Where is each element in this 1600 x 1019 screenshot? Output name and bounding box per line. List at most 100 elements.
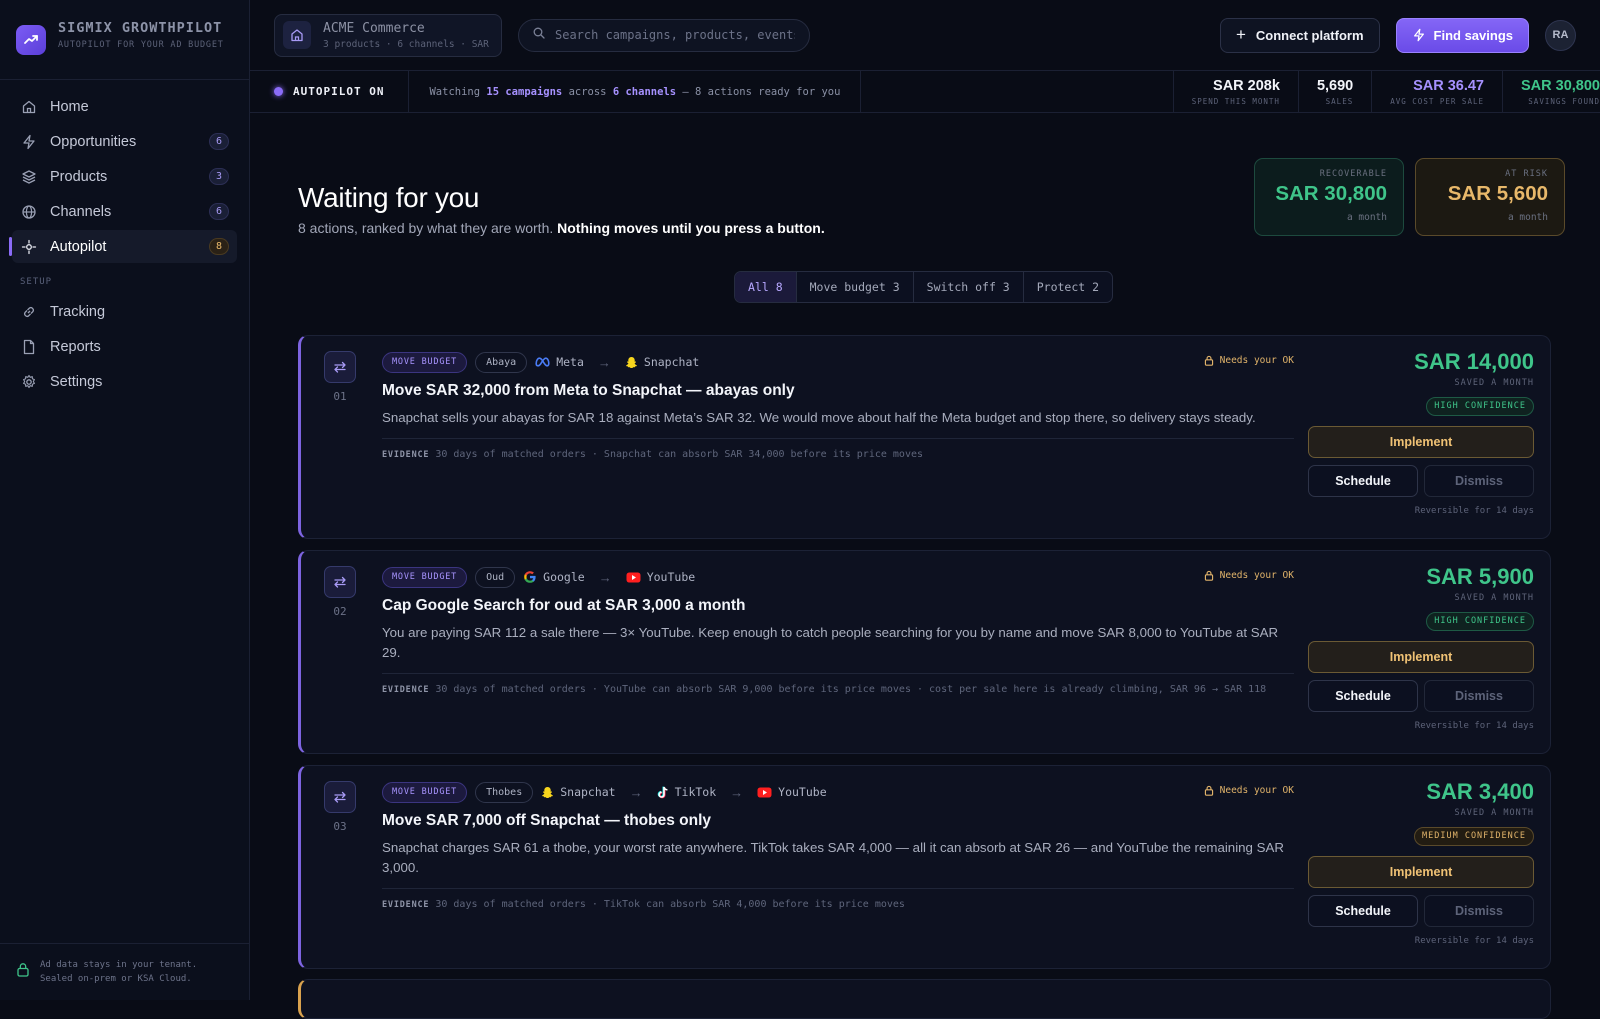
implement-button[interactable]: Implement xyxy=(1308,856,1534,888)
action-card: 01 MOVE BUDGET Abaya Meta → Snapchat Nee… xyxy=(298,335,1551,539)
subtitle-emphasis: Nothing moves until you press a button. xyxy=(557,220,825,236)
channel-from: Snapchat xyxy=(541,785,616,799)
snapchat-icon xyxy=(625,356,638,369)
lock-icon xyxy=(16,962,30,982)
brand: SIGMIX GROWTHPILOT AUTOPILOT FOR YOUR AD… xyxy=(0,0,249,80)
youtube-icon xyxy=(626,572,641,583)
lock-icon xyxy=(1204,355,1213,366)
arrow-right-icon: → xyxy=(629,784,643,800)
action-body: MOVE BUDGET Thobes Snapchat → TikTok → Y… xyxy=(382,781,1294,910)
dismiss-button[interactable]: Dismiss xyxy=(1424,465,1534,497)
watch-channels: 6 channels xyxy=(612,85,677,98)
schedule-button[interactable]: Schedule xyxy=(1308,680,1418,712)
channel-to: Snapchat xyxy=(625,355,699,369)
link-icon xyxy=(20,303,38,321)
filter-protect[interactable]: Protect 2 xyxy=(1024,272,1112,302)
confidence-badge: HIGH CONFIDENCE xyxy=(1426,612,1534,631)
watching-summary: Watching 15 campaigns across 6 channels … xyxy=(409,71,862,112)
kpi-label: SALES xyxy=(1325,96,1354,106)
reversible-note: Reversible for 14 days xyxy=(1414,506,1534,516)
find-savings-button[interactable]: Find savings xyxy=(1395,17,1529,53)
summary-value: SAR 5,600 xyxy=(1447,182,1548,205)
brand-name: SIGMIX GROWTHPILOT xyxy=(58,20,223,36)
sidebar-item-tracking[interactable]: Tracking xyxy=(12,295,237,328)
sidebar-item-label: Opportunities xyxy=(50,133,137,150)
implement-button[interactable]: Implement xyxy=(1308,426,1534,458)
action-side: SAR 14,000 SAVED A MONTH HIGH CONFIDENCE… xyxy=(1308,349,1534,516)
trend-up-icon[interactable] xyxy=(16,25,46,55)
kpi-label: SAVINGS FOUND xyxy=(1528,96,1600,106)
connect-platform-label: Connect platform xyxy=(1255,27,1364,43)
sidebar-item-settings[interactable]: Settings xyxy=(12,365,237,398)
channel-name: Meta xyxy=(556,355,584,369)
needs-approval: Needs your OK xyxy=(1204,785,1294,796)
implement-button[interactable]: Implement xyxy=(1308,641,1534,673)
footer-line-2: Sealed on-prem or KSA Cloud. xyxy=(40,974,192,984)
search-input[interactable] xyxy=(555,28,795,42)
action-title: Move SAR 7,000 off Snapchat — thobes onl… xyxy=(382,812,712,829)
action-rank: 03 xyxy=(333,820,347,833)
product-tag: Thobes xyxy=(475,781,534,803)
saved-label: SAVED A MONTH xyxy=(1454,378,1534,388)
sidebar-item-autopilot[interactable]: Autopilot 8 xyxy=(9,230,237,263)
sidebar-item-label: Settings xyxy=(50,373,103,390)
topbar: ACME Commerce 3 products · 6 channels · … xyxy=(250,0,1600,71)
count-badge: 3 xyxy=(209,168,229,185)
at-risk-card: AT RISK SAR 5,600 a month xyxy=(1415,158,1565,236)
dismiss-button[interactable]: Dismiss xyxy=(1424,680,1534,712)
channel-name: Snapchat xyxy=(643,355,700,369)
gear-icon xyxy=(20,373,38,391)
watch-mid: across xyxy=(568,85,607,98)
action-card: 03 MOVE BUDGET Thobes Snapchat → TikTok … xyxy=(298,765,1551,969)
sidebar-item-label: Tracking xyxy=(50,303,106,320)
sidebar-item-channels[interactable]: Channels 6 xyxy=(12,195,237,228)
swap-icon xyxy=(324,781,356,813)
filter-all[interactable]: All 8 xyxy=(735,272,797,302)
youtube-icon xyxy=(757,787,772,798)
schedule-button[interactable]: Schedule xyxy=(1308,465,1418,497)
needs-approval: Needs your OK xyxy=(1204,570,1294,581)
summary-period: a month xyxy=(1346,212,1387,223)
kpi-value: SAR 30,800 xyxy=(1521,77,1600,94)
sidebar-item-label: Channels xyxy=(50,203,112,220)
bolt-icon xyxy=(20,133,38,151)
lock-icon xyxy=(1204,785,1213,796)
channel-from: Meta xyxy=(535,355,584,369)
sidebar-item-products[interactable]: Products 3 xyxy=(12,160,237,193)
reversible-note: Reversible for 14 days xyxy=(1414,936,1534,946)
channel-name: YouTube xyxy=(778,785,827,799)
sidebar-item-label: Products xyxy=(50,168,108,185)
workspace-switcher[interactable]: ACME Commerce 3 products · 6 channels · … xyxy=(274,13,502,57)
page-title: Waiting for you xyxy=(298,182,480,213)
kpi-label: SPEND THIS MONTH xyxy=(1191,96,1280,106)
secondary-actions: Schedule Dismiss xyxy=(1308,680,1534,712)
action-description: Snapchat charges SAR 61 a thobe, your wo… xyxy=(382,840,1284,875)
brand-tagline: AUTOPILOT FOR YOUR AD BUDGET xyxy=(58,40,224,50)
count-badge: 6 xyxy=(209,133,229,150)
dismiss-button[interactable]: Dismiss xyxy=(1424,895,1534,927)
autopilot-icon xyxy=(20,238,38,256)
search-box xyxy=(518,18,810,52)
needs-approval-label: Needs your OK xyxy=(1219,355,1294,366)
channel-name: Snapchat xyxy=(560,785,616,799)
workspace-name: ACME Commerce xyxy=(323,20,425,36)
sidebar: SIGMIX GROWTHPILOT AUTOPILOT FOR YOUR AD… xyxy=(0,0,250,1000)
home-icon xyxy=(20,98,38,116)
sidebar-item-reports[interactable]: Reports xyxy=(12,330,237,363)
saved-amount: SAR 5,900 xyxy=(1426,564,1534,589)
arrow-right-icon: → xyxy=(597,354,611,370)
filter-tabs: All 8 Move budget 3 Switch off 3 Protect… xyxy=(734,271,1114,303)
sidebar-item-home[interactable]: Home xyxy=(12,90,237,123)
filter-move-budget[interactable]: Move budget 3 xyxy=(797,272,914,302)
action-body: MOVE BUDGET Oud Google → YouTube Needs y… xyxy=(382,566,1294,695)
filter-switch-off[interactable]: Switch off 3 xyxy=(914,272,1024,302)
schedule-button[interactable]: Schedule xyxy=(1308,895,1418,927)
action-rank: 01 xyxy=(333,390,347,403)
kpi-cost-per-sale: SAR 36.47 AVG COST PER SALE xyxy=(1371,71,1502,112)
avatar[interactable]: RA xyxy=(1545,19,1576,51)
watch-prefix: Watching xyxy=(429,85,481,98)
action-evidence: EVIDENCE 30 days of matched orders · TikT… xyxy=(382,888,1294,910)
sidebar-item-opportunities[interactable]: Opportunities 6 xyxy=(12,125,237,158)
store-icon xyxy=(283,21,311,49)
connect-platform-button[interactable]: + Connect platform xyxy=(1219,17,1380,53)
